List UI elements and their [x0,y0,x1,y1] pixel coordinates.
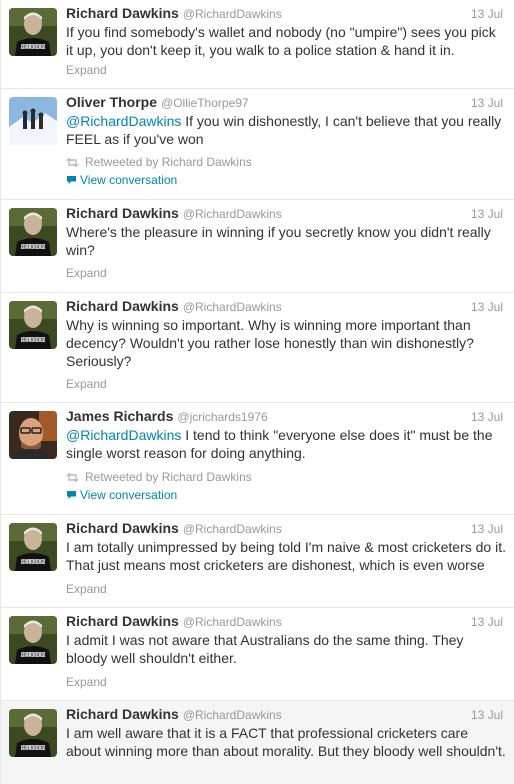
tweet-header: Richard Dawkins @RichardDawkins 13 Jul [66,298,503,316]
avatar[interactable]: RELIGION [9,301,57,349]
retweet-indicator: Retweeted by Richard Dawkins [66,469,252,485]
tweet-header: Richard Dawkins @RichardDawkins 13 Jul [66,5,503,23]
view-conversation-link[interactable]: View conversation [66,487,177,503]
author-fullname[interactable]: Richard Dawkins [66,520,179,536]
avatar[interactable]: RELIGION [9,523,57,571]
author-fullname[interactable]: Richard Dawkins [66,613,179,629]
author-fullname[interactable]: Oliver Thorpe [66,94,157,110]
avatar[interactable]: RELIGION [9,8,57,56]
tweet-item[interactable]: RELIGION Richard Dawkins @RichardDawkins … [1,608,514,701]
tweet-item[interactable]: Oliver Thorpe @OllieThorpe97 13 Jul @Rich… [1,89,514,200]
expand-link[interactable]: Expand [66,376,107,392]
avatar-shirt-text: RELIGION [20,338,46,344]
retweeted-by-text[interactable]: Retweeted by Richard Dawkins [85,155,252,169]
avatar-shirt-text: RELIGION [20,653,46,659]
tweet-header: James Richards @jcrichards1976 13 Jul [66,408,503,426]
tweet-text: @RichardDawkins If you win dishonestly, … [66,112,506,148]
tweet-text: Where's the pleasure in winning if you s… [66,224,491,258]
tweet-item[interactable]: RELIGION Richard Dawkins @RichardDawkins … [1,0,514,89]
tweet-item[interactable]: RELIGION Richard Dawkins @RichardDawkins … [1,515,514,608]
expand-link[interactable]: Expand [66,62,107,78]
author-username[interactable]: @RichardDawkins [183,7,282,21]
speech-bubble-icon [67,491,76,499]
tweet-timestamp[interactable]: 13 Jul [471,7,503,21]
tweet-item[interactable]: James Richards @jcrichards1976 13 Jul @Ri… [1,403,514,515]
expand-link[interactable]: Expand [66,674,107,690]
retweet-indicator: Retweeted by Richard Dawkins [66,154,252,170]
author-fullname[interactable]: Richard Dawkins [66,205,179,221]
author-username[interactable]: @RichardDawkins [183,708,282,722]
author-username[interactable]: @jcrichards1976 [177,410,267,424]
speech-bubble-icon [67,176,76,184]
tweet-item[interactable]: RELIGION Richard Dawkins @RichardDawkins … [1,701,514,784]
tweet-timestamp[interactable]: 13 Jul [471,207,503,221]
tweet-text: I admit I was not aware that Australians… [66,632,464,666]
view-conversation-link[interactable]: View conversation [66,172,177,188]
tweet-timestamp[interactable]: 13 Jul [471,708,503,722]
tweet-header: Richard Dawkins @RichardDawkins 13 Jul [66,706,503,724]
tweet-item[interactable]: RELIGION Richard Dawkins @RichardDawkins … [1,200,514,293]
author-username[interactable]: @RichardDawkins [183,300,282,314]
author-fullname[interactable]: James Richards [66,408,173,424]
author-fullname[interactable]: Richard Dawkins [66,298,179,314]
mention-link[interactable]: @RichardDawkins [66,427,181,443]
retweet-icon [66,158,79,167]
tweet-item[interactable]: RELIGION Richard Dawkins @RichardDawkins … [1,293,514,403]
tweet-text: @RichardDawkins I tend to think "everyon… [66,426,506,462]
avatar-shirt-text: RELIGION [20,245,46,251]
tweet-timestamp[interactable]: 13 Jul [471,300,503,314]
avatar[interactable]: RELIGION [9,616,57,664]
tweet-header: Richard Dawkins @RichardDawkins 13 Jul [66,613,503,631]
avatar-shirt-text: RELIGION [20,45,46,51]
tweet-timestamp[interactable]: 13 Jul [471,522,503,536]
tweet-header: Richard Dawkins @RichardDawkins 13 Jul [66,520,503,538]
avatar-shirt-text: RELIGION [20,560,46,566]
avatar[interactable]: RELIGION [9,709,57,757]
view-conversation-label[interactable]: View conversation [80,488,177,502]
retweeted-by-text[interactable]: Retweeted by Richard Dawkins [85,470,252,484]
mention-link[interactable]: @RichardDawkins [66,113,181,129]
tweet-text: If you find somebody's wallet and nobody… [66,24,496,58]
author-username[interactable]: @RichardDawkins [183,522,282,536]
expand-link[interactable]: Expand [66,265,107,281]
retweet-icon [66,473,79,482]
view-conversation-label[interactable]: View conversation [80,173,177,187]
author-fullname[interactable]: Richard Dawkins [66,5,179,21]
author-username[interactable]: @OllieThorpe97 [161,96,249,110]
avatar[interactable] [9,97,57,145]
avatar[interactable] [9,411,57,459]
tweet-text: I am totally unimpressed by being told I… [66,539,506,573]
expand-link[interactable]: Expand [66,581,107,597]
tweet-header: Richard Dawkins @RichardDawkins 13 Jul [66,205,503,223]
tweet-text: Why is winning so important. Why is winn… [66,317,474,369]
tweet-timestamp[interactable]: 13 Jul [471,410,503,424]
author-username[interactable]: @RichardDawkins [183,615,282,629]
author-fullname[interactable]: Richard Dawkins [66,706,179,722]
avatar[interactable]: RELIGION [9,208,57,256]
author-username[interactable]: @RichardDawkins [183,207,282,221]
tweet-timestamp[interactable]: 13 Jul [471,615,503,629]
tweet-timeline: RELIGION Richard Dawkins @RichardDawkins … [0,0,514,784]
avatar-shirt-text: RELIGION [20,746,46,752]
tweet-header: Oliver Thorpe @OllieThorpe97 13 Jul [66,94,503,112]
tweet-timestamp[interactable]: 13 Jul [471,96,503,110]
tweet-text: I am well aware that it is a FACT that p… [66,725,506,759]
